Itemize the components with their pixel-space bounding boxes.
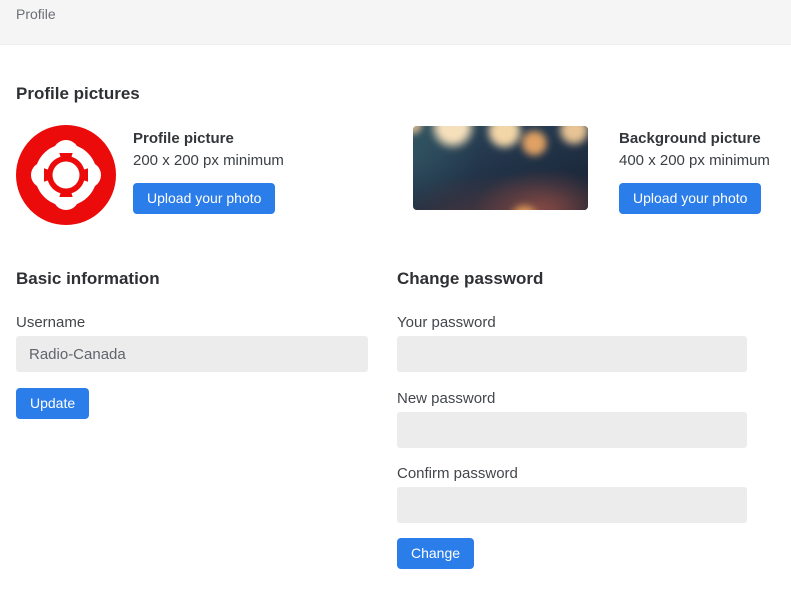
- new-password-field: New password: [397, 389, 775, 448]
- new-password-label: New password: [397, 390, 496, 407]
- background-picture-info: Background picture 400 x 200 px minimum …: [619, 125, 770, 214]
- pictures-row: Profile picture 200 x 200 px minimum Upl…: [16, 125, 775, 225]
- forms-row: Basic information Username Update Change…: [16, 268, 775, 569]
- background-picture-preview: [413, 126, 588, 210]
- your-password-field: Your password: [397, 313, 775, 372]
- username-label: Username: [16, 314, 86, 331]
- change-password-section: Change password Your password New passwo…: [397, 268, 775, 569]
- page-title: Profile: [16, 6, 56, 22]
- your-password-input[interactable]: [397, 336, 747, 372]
- profile-picture-label: Profile picture: [133, 130, 234, 147]
- username-input[interactable]: [16, 336, 368, 372]
- profile-picture-item: Profile picture 200 x 200 px minimum Upl…: [16, 125, 397, 225]
- update-button[interactable]: Update: [16, 388, 90, 419]
- basic-information-section: Basic information Username Update: [16, 268, 397, 569]
- change-button[interactable]: Change: [397, 538, 475, 569]
- confirm-password-field: Confirm password: [397, 464, 775, 523]
- page-header: Profile: [0, 0, 791, 45]
- profile-settings-page: Profile pictures Profile picture 200 x 2…: [0, 83, 791, 569]
- upload-profile-photo-button[interactable]: Upload your photo: [133, 183, 276, 214]
- background-picture-label: Background picture: [619, 130, 761, 147]
- profile-picture-info: Profile picture 200 x 200 px minimum Upl…: [133, 125, 284, 214]
- new-password-input[interactable]: [397, 412, 747, 448]
- change-password-heading: Change password: [397, 269, 544, 288]
- radio-canada-logo: [16, 125, 116, 225]
- bokeh-image: [413, 126, 588, 210]
- profile-pictures-heading: Profile pictures: [16, 84, 140, 103]
- background-picture-requirement: 400 x 200 px minimum: [619, 152, 770, 169]
- background-picture-item: Background picture 400 x 200 px minimum …: [413, 125, 775, 225]
- profile-picture-requirement: 200 x 200 px minimum: [133, 152, 284, 169]
- confirm-password-input[interactable]: [397, 487, 747, 523]
- upload-background-photo-button[interactable]: Upload your photo: [619, 183, 762, 214]
- basic-information-heading: Basic information: [16, 269, 160, 288]
- your-password-label: Your password: [397, 314, 496, 331]
- confirm-password-label: Confirm password: [397, 465, 518, 482]
